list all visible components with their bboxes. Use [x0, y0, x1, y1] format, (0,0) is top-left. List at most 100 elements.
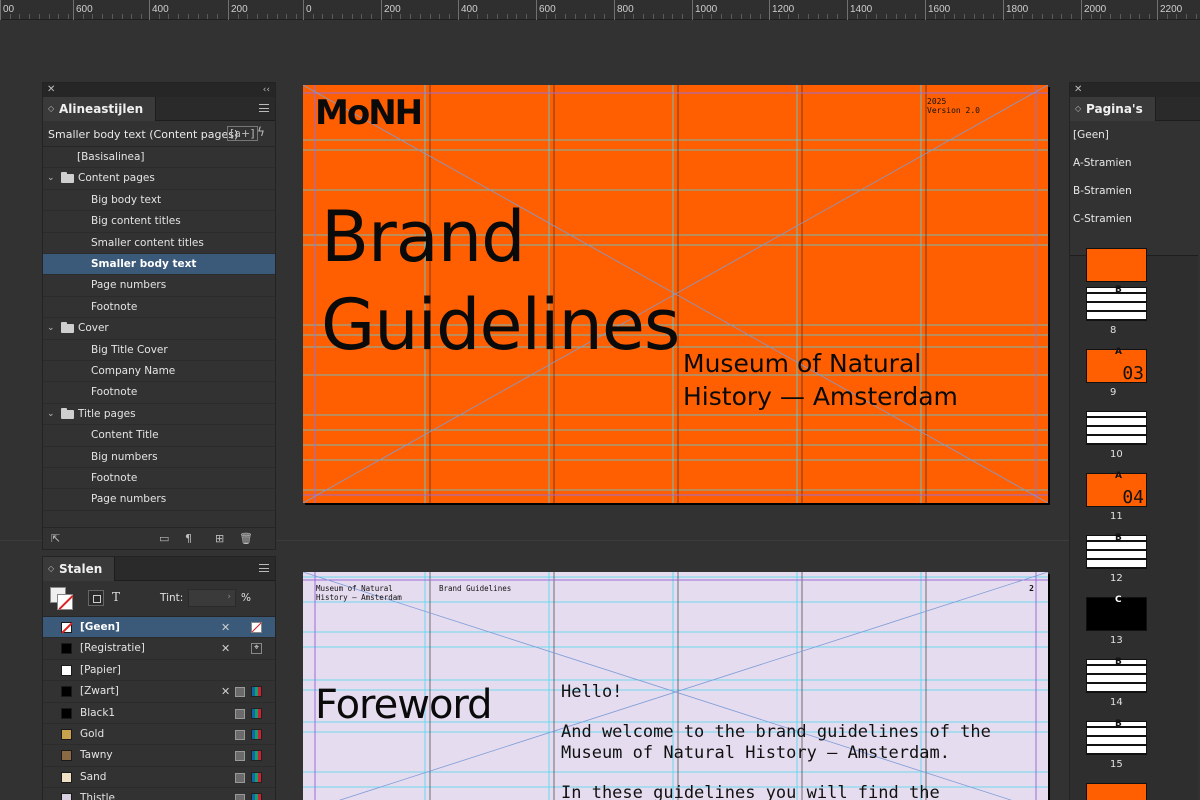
new-group-icon[interactable]: ▭	[159, 532, 169, 545]
master-page-item[interactable]: C-Stramien	[1070, 205, 1198, 233]
page-thumbnail[interactable]	[1086, 248, 1147, 282]
ruler-major-tick	[536, 0, 537, 20]
style-item[interactable]: Page numbers	[43, 275, 275, 297]
swatch-label: Thistle	[80, 792, 115, 800]
style-item[interactable]: Smaller content titles	[43, 233, 275, 254]
chevron-down-icon[interactable]: ⌄	[47, 318, 55, 339]
page-thumbnail[interactable]: 05	[1086, 783, 1147, 800]
swatch-item[interactable]: [Registratie] ✕ ⌖	[43, 638, 275, 660]
new-style-override-icon[interactable]: [a+]	[227, 126, 258, 141]
master-page-item[interactable]: [Geen]	[1070, 121, 1198, 149]
page-thumbnail[interactable]	[1086, 411, 1147, 445]
tab-paragraph-styles-label: Alineastijlen	[59, 102, 144, 116]
version-text: 2025 Version 2.0	[927, 97, 980, 115]
delete-style-icon[interactable]: 🗑	[239, 532, 253, 545]
style-label: Content Title	[91, 429, 159, 442]
master-letter: C	[1115, 595, 1122, 605]
close-icon[interactable]: ✕	[47, 83, 55, 97]
tab-swatches[interactable]: ◇ Stalen	[43, 557, 116, 581]
master-page-item[interactable]: A-Stramien	[1070, 149, 1198, 177]
ruler-minor-tick	[876, 14, 878, 19]
chevron-down-icon[interactable]: ⌄	[47, 168, 55, 189]
page-thumbnail[interactable]: A 03	[1086, 347, 1147, 384]
swatch-item[interactable]: Black1	[43, 703, 275, 724]
style-group-cover[interactable]: ⌄ Cover	[43, 318, 275, 340]
cover-subtitle-line2: History — Amsterdam	[683, 382, 958, 411]
ruler-label: 400	[152, 4, 169, 15]
stroke-swatch[interactable]	[57, 594, 73, 610]
master-page-item[interactable]: B-Stramien	[1070, 177, 1198, 205]
style-item[interactable]: Big content titles	[43, 211, 275, 233]
style-item[interactable]: Footnote	[43, 297, 275, 319]
body-paragraph-1: Hello!	[561, 682, 623, 702]
style-item[interactable]: Big body text	[43, 190, 275, 212]
process-color-icon	[235, 751, 245, 762]
swatch-item[interactable]: Sand	[43, 767, 275, 789]
style-item[interactable]: Footnote	[43, 468, 275, 490]
swatch-item[interactable]: [Papier]	[43, 660, 275, 682]
ruler-minor-tick	[1041, 14, 1043, 19]
style-label: [Basisalinea]	[77, 151, 145, 163]
page-number-label: 14	[1110, 697, 1123, 708]
page-thumbnail[interactable]: B	[1086, 657, 1147, 693]
page-thumbnail[interactable]: B	[1086, 719, 1147, 755]
panel-menu-icon[interactable]	[259, 104, 269, 112]
ruler-minor-tick	[1090, 14, 1092, 19]
style-group-title-pages[interactable]: ⌄ Title pages	[43, 404, 275, 426]
ruler-major-tick	[1003, 0, 1004, 20]
style-item[interactable]: Page numbers	[43, 489, 275, 511]
style-item[interactable]: Big numbers	[43, 447, 275, 468]
chevron-down-icon[interactable]: ⌄	[47, 404, 55, 425]
style-item[interactable]: Big Title Cover	[43, 340, 275, 361]
tab-paragraph-styles[interactable]: ◇ Alineastijlen	[43, 97, 157, 121]
tab-expand-icon: ◇	[48, 104, 55, 113]
ruler-minor-tick	[131, 14, 133, 19]
style-item[interactable]: [Basisalinea]	[43, 147, 275, 169]
tint-input[interactable]: ›	[188, 589, 236, 607]
no-color-icon	[251, 622, 262, 633]
ruler-minor-tick	[817, 14, 819, 19]
style-item[interactable]: Footnote	[43, 382, 275, 404]
swatch-list: [Geen] ✕ [Registratie] ✕ ⌖ [Papier] [Zwart] ✕ Bl…	[43, 617, 275, 800]
ruler-minor-tick	[178, 14, 180, 19]
swatch-item[interactable]: Gold	[43, 724, 275, 746]
load-styles-icon[interactable]: ⇱	[51, 532, 60, 545]
panel-menu-icon[interactable]	[259, 564, 269, 572]
horizontal-ruler[interactable]: 00 600 400 200 0 200 400 600 800 1000 1200 1400 1600…	[0, 0, 1200, 20]
style-group-content-pages[interactable]: ⌄ Content pages	[43, 168, 275, 190]
foreword-page[interactable]: Museum of Natural History — Amsterdam Br…	[303, 572, 1048, 800]
style-item[interactable]: Company Name	[43, 361, 275, 383]
page-thumbnail[interactable]: B	[1086, 533, 1147, 569]
tab-pages[interactable]: ◇ Pagina's	[1070, 97, 1156, 121]
page-thumbnail[interactable]: B	[1086, 285, 1147, 321]
ruler-major-tick	[1081, 0, 1082, 20]
style-label: Smaller content titles	[91, 236, 204, 249]
ruler-major-tick	[228, 0, 229, 20]
ruler-major-tick	[847, 0, 848, 20]
swatch-item[interactable]: Tawny	[43, 745, 275, 767]
style-item[interactable]: Smaller body text	[43, 254, 275, 276]
new-style-icon[interactable]: ⊞	[215, 532, 224, 545]
quick-apply-icon[interactable]: ϟ	[257, 125, 265, 139]
tab-swatches-label: Stalen	[59, 562, 103, 576]
swatch-item[interactable]: Thistle	[43, 788, 275, 800]
chevron-right-icon[interactable]: ›	[227, 592, 231, 602]
swatch-item[interactable]: [Geen] ✕	[43, 617, 275, 639]
formatting-container-icon[interactable]	[88, 590, 104, 606]
ruler-minor-tick	[1061, 14, 1063, 19]
clear-overrides-icon[interactable]: ¶	[185, 532, 192, 545]
style-label: Content pages	[78, 172, 155, 185]
close-icon[interactable]: ✕	[1074, 83, 1082, 97]
page-thumbnails: 7B8A03910A0411B12C13B14B1505	[1070, 248, 1198, 800]
ruler-minor-tick	[856, 14, 858, 19]
collapse-icon[interactable]: ‹‹	[263, 83, 270, 97]
style-item[interactable]: Content Title	[43, 425, 275, 447]
header-left-line2: History — Amsterdam	[316, 593, 402, 602]
style-label: Footnote	[91, 300, 138, 313]
page-thumbnail[interactable]: A 04	[1086, 471, 1147, 508]
formatting-text-button[interactable]: T	[112, 590, 120, 604]
swatch-item[interactable]: [Zwart] ✕	[43, 681, 275, 703]
cover-page[interactable]: MoNH 2025 Version 2.0 Brand Guidelines M…	[303, 85, 1048, 503]
panel-titlebar: ✕ ‹‹	[43, 83, 275, 97]
page-thumbnail[interactable]: C	[1086, 595, 1147, 631]
